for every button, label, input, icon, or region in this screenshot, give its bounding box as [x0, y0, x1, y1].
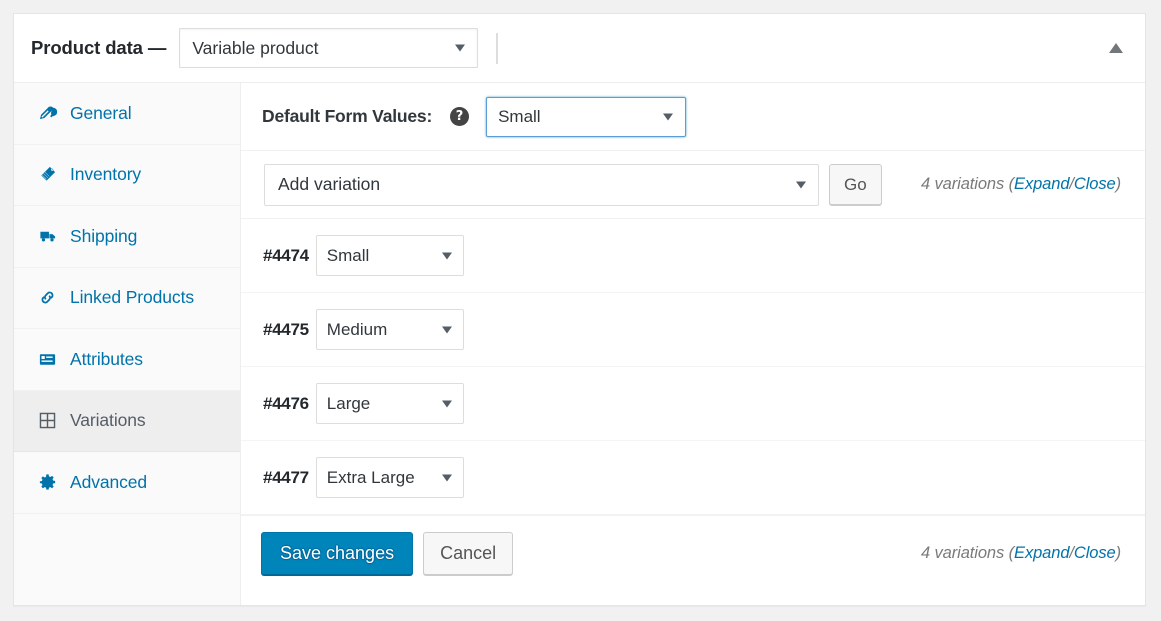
variation-id: #4474 — [263, 245, 309, 265]
table-row[interactable]: #4474 Small — [241, 219, 1145, 293]
default-attribute-select[interactable]: Small — [486, 96, 687, 137]
default-form-values-label: Default Form Values: — [262, 106, 433, 126]
sidebar-item-variations[interactable]: Variations — [14, 390, 241, 452]
close-paren: ) — [1115, 175, 1122, 193]
tag-icon — [37, 164, 58, 185]
add-variation-select[interactable]: Add variation — [264, 163, 819, 206]
close-paren: ) — [1115, 543, 1122, 562]
sidebar-item-label: Shipping — [70, 225, 138, 246]
sidebar-item-label: Attributes — [70, 348, 143, 369]
variation-attribute-value: Extra Large — [326, 467, 415, 487]
variation-attribute-select[interactable]: Medium — [315, 309, 464, 350]
grid-icon — [37, 410, 58, 431]
product-type-value: Variable product — [192, 37, 319, 58]
chevron-down-icon — [441, 252, 452, 259]
header-divider — [496, 32, 499, 64]
chevron-down-icon — [441, 474, 452, 481]
page-title: Product data — — [31, 37, 167, 58]
close-link[interactable]: Close — [1074, 544, 1116, 562]
variation-attribute-value: Small — [326, 245, 370, 265]
go-button[interactable]: Go — [829, 164, 882, 205]
sidebar-item-inventory[interactable]: Inventory — [14, 145, 240, 206]
default-attribute-value: Small — [498, 106, 541, 126]
product-type-select[interactable]: Variable product — [179, 28, 479, 68]
sidebar-item-label: Linked Products — [70, 287, 194, 308]
sidebar-item-advanced[interactable]: Advanced — [14, 452, 240, 514]
product-data-panel: Product data — Variable product General — [13, 13, 1146, 606]
variation-attribute-select[interactable]: Large — [315, 383, 464, 424]
table-row[interactable]: #4475 Medium — [241, 293, 1145, 367]
variation-attribute-value: Medium — [326, 319, 388, 339]
variation-attribute-select[interactable]: Small — [315, 235, 464, 276]
chevron-down-icon — [663, 113, 674, 120]
add-variation-value: Add variation — [278, 174, 381, 194]
table-row[interactable]: #4476 Large — [241, 367, 1145, 441]
list-view-icon — [37, 349, 58, 370]
expand-link[interactable]: Expand — [1014, 175, 1069, 193]
product-data-tabs: General Inventory Shipping Linked Produc… — [14, 83, 241, 605]
sidebar-item-label: Inventory — [70, 164, 142, 185]
variation-id: #4475 — [263, 319, 309, 339]
link-icon — [37, 287, 58, 308]
chevron-down-icon — [796, 181, 806, 188]
chevron-down-icon — [455, 44, 466, 52]
sidebar-item-label: General — [70, 102, 132, 123]
variations-toolbar: Add variation Go 4 variations (Expand/Cl… — [241, 151, 1145, 219]
chevron-down-icon — [441, 326, 452, 333]
help-icon[interactable]: ? — [450, 107, 470, 126]
wrench-icon — [37, 103, 58, 124]
sidebar-item-general[interactable]: General — [14, 83, 240, 145]
variations-count-text: 4 variations — [920, 175, 1005, 193]
save-changes-button[interactable]: Save changes — [261, 531, 414, 575]
default-form-values-row: Default Form Values: ? Small — [241, 83, 1145, 151]
cancel-button[interactable]: Cancel — [423, 531, 514, 575]
variations-count-text: 4 variations — [920, 543, 1005, 562]
variations-footer: Save changes Cancel 4 variations (Expand… — [241, 515, 1145, 590]
variation-attribute-select[interactable]: Extra Large — [315, 457, 464, 498]
expand-link[interactable]: Expand — [1014, 544, 1069, 562]
sidebar-item-linked-products[interactable]: Linked Products — [14, 268, 240, 329]
variations-count-top: 4 variations (Expand/Close) — [921, 175, 1121, 194]
close-link[interactable]: Close — [1074, 175, 1116, 193]
panel-body: General Inventory Shipping Linked Produc… — [14, 83, 1145, 605]
truck-icon — [37, 226, 58, 247]
variations-panel: Default Form Values: ? Small Add variati… — [241, 83, 1145, 605]
variation-attribute-value: Large — [326, 393, 371, 413]
sidebar-item-attributes[interactable]: Attributes — [14, 329, 240, 391]
table-row[interactable]: #4477 Extra Large — [241, 441, 1145, 515]
sidebar-item-label: Advanced — [70, 471, 148, 492]
caret-up-icon[interactable] — [1109, 43, 1123, 53]
variation-id: #4476 — [263, 393, 309, 413]
chevron-down-icon — [441, 400, 452, 407]
variation-id: #4477 — [263, 467, 309, 487]
panel-header: Product data — Variable product — [14, 14, 1145, 83]
gear-icon — [37, 472, 58, 493]
sidebar-item-label: Variations — [70, 410, 146, 431]
variations-count-bottom: 4 variations (Expand/Close) — [921, 544, 1121, 563]
sidebar-item-shipping[interactable]: Shipping — [14, 206, 240, 268]
